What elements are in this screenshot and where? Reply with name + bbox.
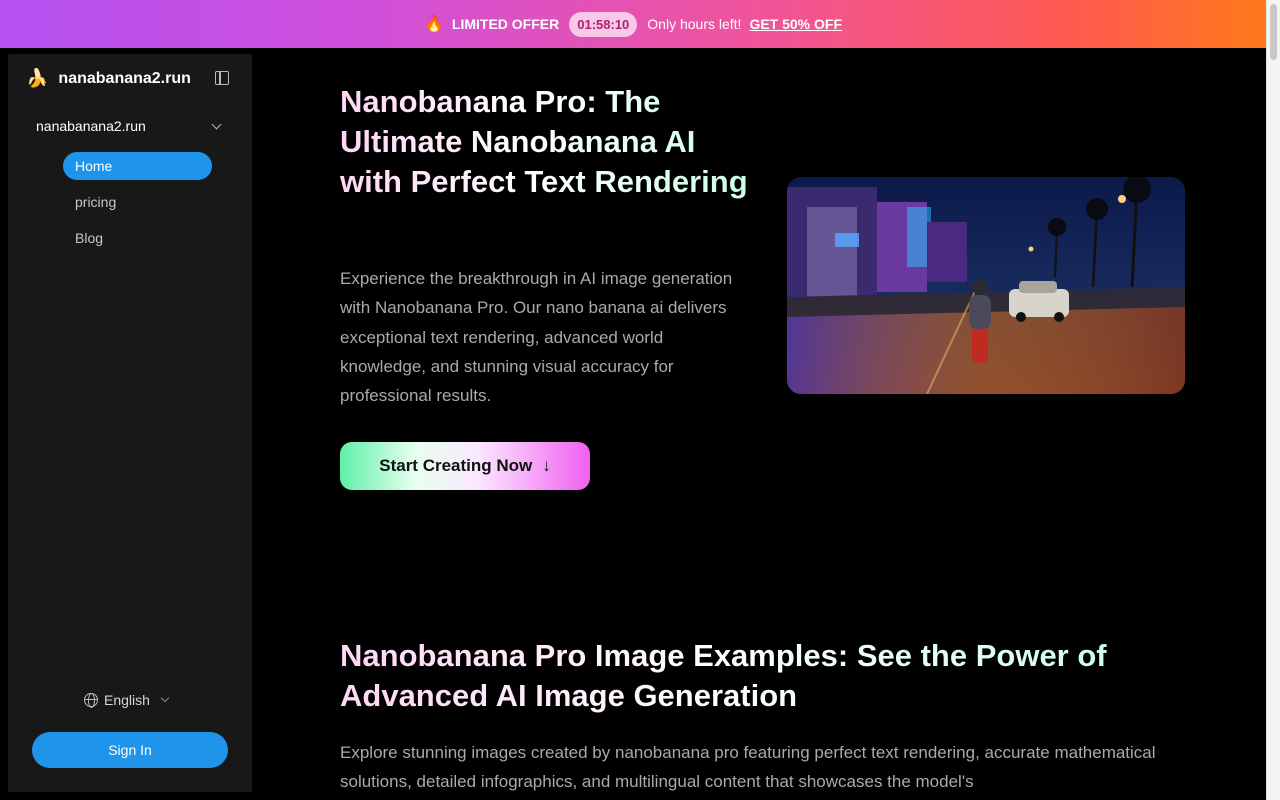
promo-hours-text: Only hours left! bbox=[647, 16, 742, 32]
arrow-down-icon: ↓ bbox=[542, 456, 551, 475]
chevron-down-icon bbox=[160, 693, 170, 703]
brand[interactable]: 🍌 nanabanana2.run bbox=[26, 68, 191, 89]
sidebar-item-blog[interactable]: Blog bbox=[63, 224, 212, 252]
sign-in-button[interactable]: Sign In bbox=[32, 732, 228, 768]
examples-description: Explore stunning images created by nanob… bbox=[340, 743, 1156, 792]
promo-banner: 🔥 LIMITED OFFER 01:58:10 Only hours left… bbox=[0, 0, 1266, 48]
scrollbar-thumb[interactable] bbox=[1270, 4, 1277, 60]
sidebar-item-home[interactable]: Home bbox=[63, 152, 212, 180]
promo-label: LIMITED OFFER bbox=[451, 16, 560, 32]
examples-title: Nanobanana Pro Image Examples: See the P… bbox=[340, 636, 1160, 716]
promo-cta-link[interactable]: GET 50% OFF bbox=[749, 16, 842, 32]
globe-icon bbox=[84, 693, 98, 708]
fire-icon: 🔥 bbox=[423, 16, 444, 33]
language-selector[interactable]: English bbox=[84, 692, 170, 708]
start-creating-button[interactable]: Start Creating Now ↓ bbox=[340, 442, 590, 490]
sidebar-toggle-icon[interactable] bbox=[215, 71, 229, 85]
nav-group-header[interactable]: nanabanana2.run bbox=[36, 118, 224, 134]
hero-image bbox=[787, 177, 1185, 394]
hero-description: Experience the breakthrough in AI image … bbox=[340, 269, 733, 406]
countdown-timer: 01:58:10 bbox=[569, 11, 638, 37]
start-creating-label: Start Creating Now bbox=[379, 456, 533, 475]
brand-name: nanabanana2.run bbox=[58, 69, 191, 87]
language-label: English bbox=[104, 692, 150, 708]
sidebar: 🍌 nanabanana2.run nanabanana2.run Home p… bbox=[8, 54, 252, 792]
chevron-down-icon bbox=[211, 119, 222, 129]
nav-group-label: nanabanana2.run bbox=[36, 118, 146, 134]
hero-title: Nanobanana Pro: The Ultimate Nanobanana … bbox=[340, 82, 760, 202]
page-scrollbar[interactable] bbox=[1266, 0, 1280, 800]
sidebar-item-pricing[interactable]: pricing bbox=[63, 188, 212, 216]
banana-logo-icon: 🍌 bbox=[26, 68, 49, 88]
